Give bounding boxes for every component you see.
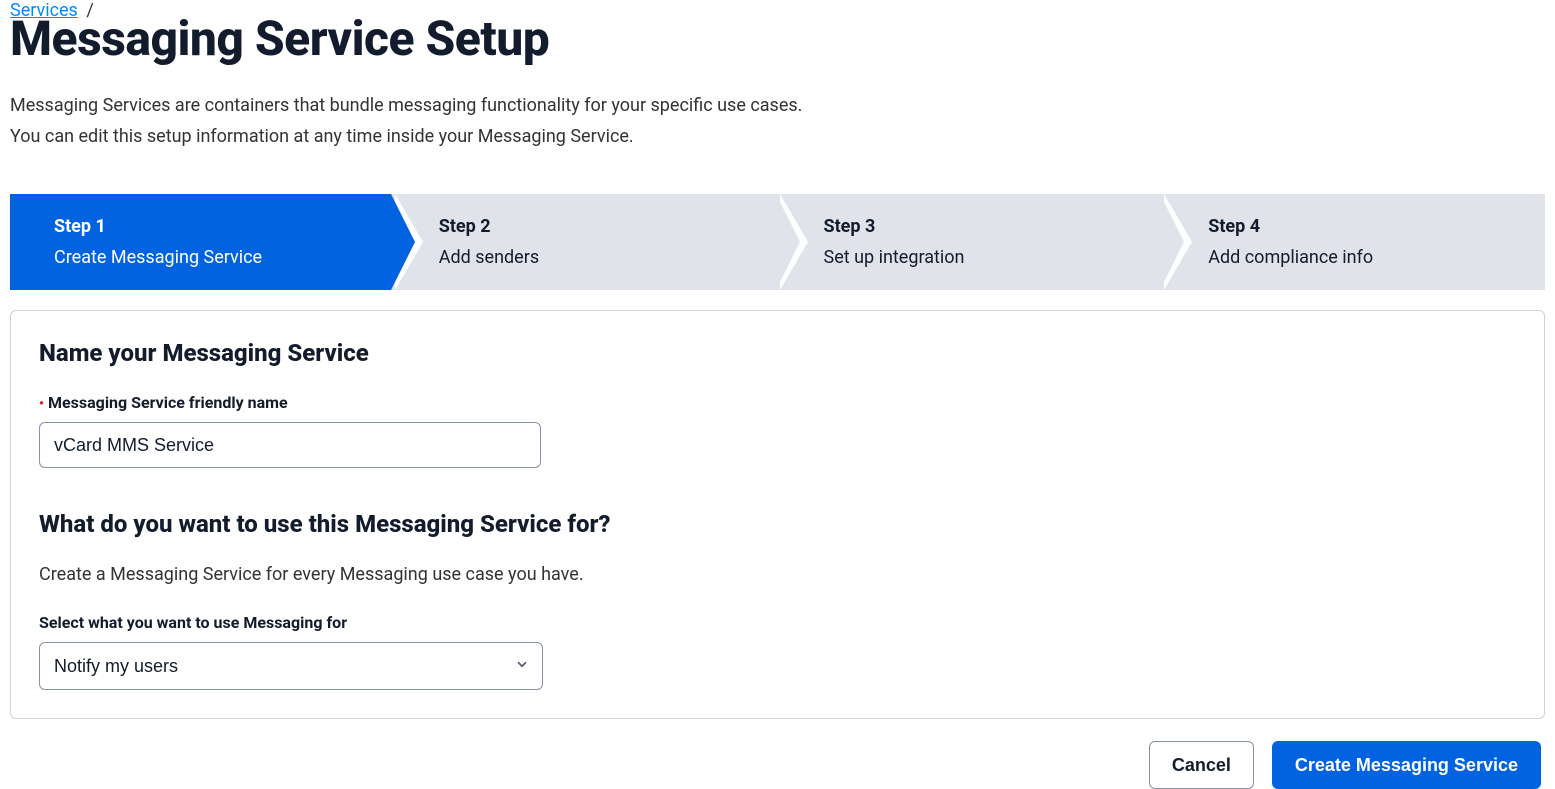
create-messaging-service-button[interactable]: Create Messaging Service bbox=[1272, 741, 1541, 789]
setup-stepper: Step 1 Create Messaging Service Step 2 A… bbox=[10, 194, 1545, 290]
step-label: Create Messaging Service bbox=[54, 247, 361, 268]
section-usecase-help: Create a Messaging Service for every Mes… bbox=[39, 564, 1516, 585]
friendly-name-label-text: Messaging Service friendly name bbox=[48, 393, 288, 412]
cancel-button[interactable]: Cancel bbox=[1149, 741, 1254, 789]
step-label: Add compliance info bbox=[1208, 247, 1515, 268]
usecase-select[interactable]: Notify my users bbox=[39, 642, 543, 690]
intro-line-2: You can edit this setup information at a… bbox=[10, 122, 1545, 153]
setup-form-card: Name your Messaging Service •Messaging S… bbox=[10, 310, 1545, 719]
section-name-title: Name your Messaging Service bbox=[39, 339, 1516, 367]
section-usecase-title: What do you want to use this Messaging S… bbox=[39, 510, 1516, 538]
step-4-add-compliance-info[interactable]: Step 4 Add compliance info bbox=[1160, 194, 1545, 290]
step-number: Step 3 bbox=[824, 216, 1131, 237]
intro-line-1: Messaging Services are containers that b… bbox=[10, 91, 1545, 122]
step-number: Step 4 bbox=[1208, 216, 1515, 237]
step-2-add-senders[interactable]: Step 2 Add senders bbox=[391, 194, 776, 290]
step-1-create-messaging-service[interactable]: Step 1 Create Messaging Service bbox=[10, 194, 391, 290]
step-number: Step 1 bbox=[54, 216, 361, 237]
usecase-select-label: Select what you want to use Messaging fo… bbox=[39, 613, 1516, 632]
page-title: Messaging Service Setup bbox=[10, 15, 1545, 63]
intro-text: Messaging Services are containers that b… bbox=[10, 91, 1545, 152]
form-actions: Cancel Create Messaging Service bbox=[10, 741, 1545, 789]
step-number: Step 2 bbox=[439, 216, 746, 237]
step-3-set-up-integration[interactable]: Step 3 Set up integration bbox=[776, 194, 1161, 290]
friendly-name-label: •Messaging Service friendly name bbox=[39, 393, 1516, 412]
step-label: Set up integration bbox=[824, 247, 1131, 268]
step-label: Add senders bbox=[439, 247, 746, 268]
required-indicator-icon: • bbox=[39, 396, 44, 412]
friendly-name-input[interactable] bbox=[39, 422, 541, 468]
